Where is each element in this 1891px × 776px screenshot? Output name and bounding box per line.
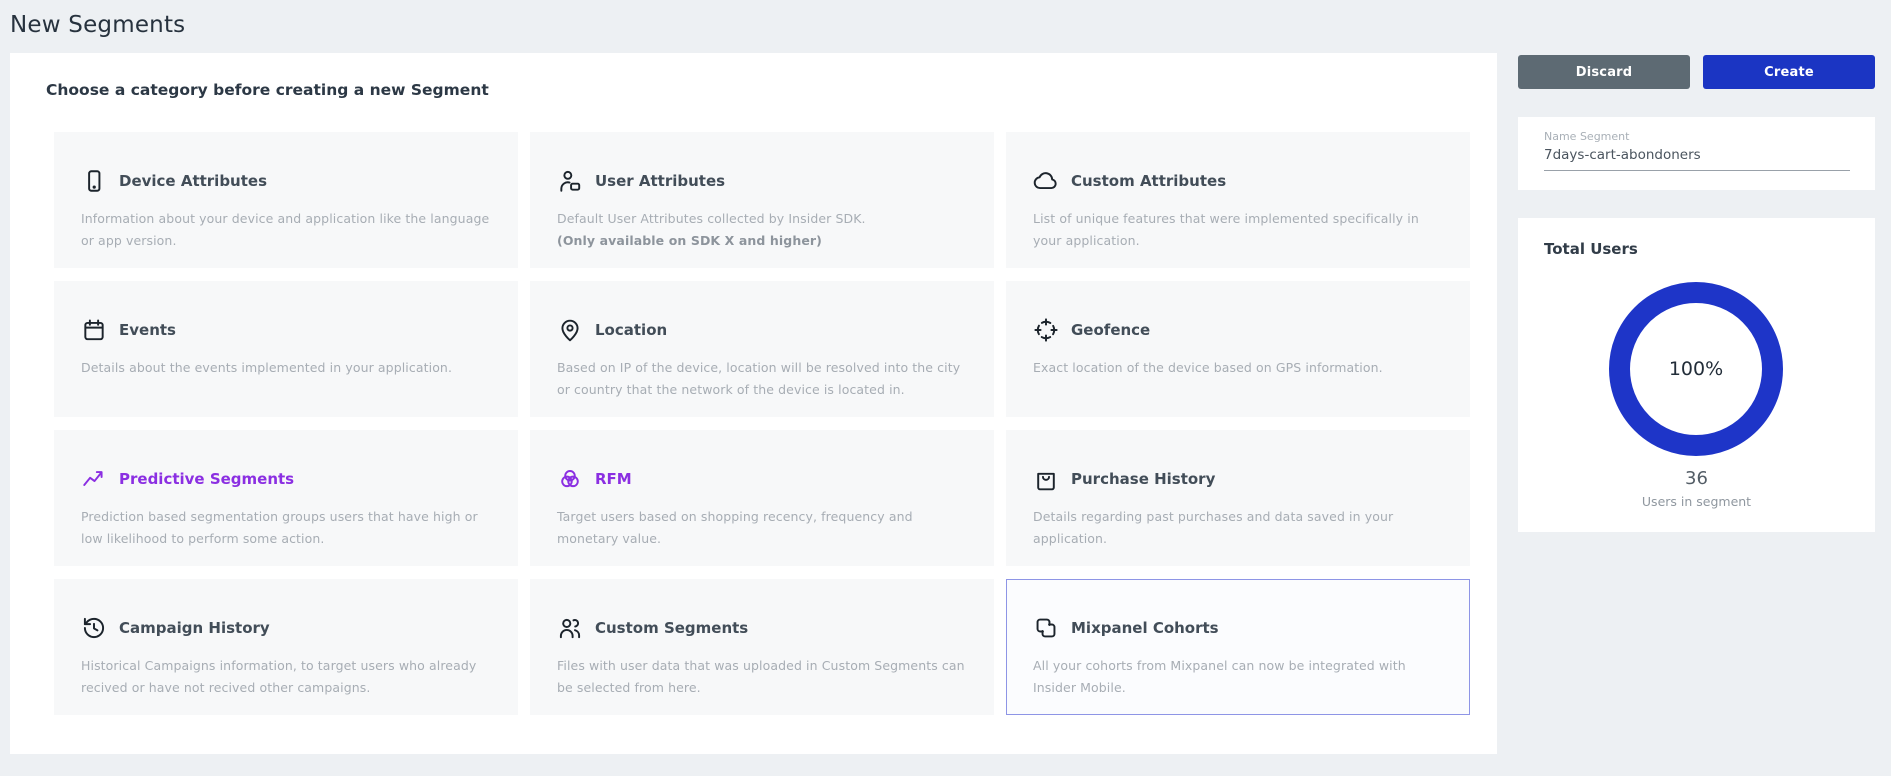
category-title: Events bbox=[119, 321, 176, 339]
linked-squares-icon bbox=[1033, 615, 1059, 641]
category-title: Custom Attributes bbox=[1071, 172, 1226, 190]
calendar-icon bbox=[81, 317, 107, 343]
category-card-geofence[interactable]: Geofence Exact location of the device ba… bbox=[1006, 281, 1470, 417]
category-card-location[interactable]: Location Based on IP of the device, loca… bbox=[530, 281, 994, 417]
device-icon bbox=[81, 168, 107, 194]
users-count: 36 bbox=[1518, 468, 1875, 489]
category-title: Custom Segments bbox=[595, 619, 748, 637]
category-card-user-attributes[interactable]: User Attributes Default User Attributes … bbox=[530, 132, 994, 268]
total-users-title: Total Users bbox=[1544, 240, 1638, 258]
people-icon bbox=[557, 615, 583, 641]
category-title: Location bbox=[595, 321, 667, 339]
history-clock-icon bbox=[81, 615, 107, 641]
category-title: Device Attributes bbox=[119, 172, 267, 190]
new-segments-page: { "page": { "title": "New Segments", "pa… bbox=[0, 0, 1891, 776]
category-description: Information about your device and applic… bbox=[81, 208, 491, 252]
category-title: Predictive Segments bbox=[119, 470, 294, 488]
category-description: Historical Campaigns information, to tar… bbox=[81, 655, 491, 699]
category-card-header: Geofence bbox=[1033, 316, 1443, 344]
category-description: Target users based on shopping recency, … bbox=[557, 506, 967, 550]
panel-heading: Choose a category before creating a new … bbox=[46, 81, 489, 99]
category-card-header: Custom Segments bbox=[557, 614, 967, 642]
discard-button[interactable]: Discard bbox=[1518, 55, 1690, 89]
category-description: Files with user data that was uploaded i… bbox=[557, 655, 967, 699]
category-card-header: Location bbox=[557, 316, 967, 344]
category-card-events[interactable]: Events Details about the events implemen… bbox=[54, 281, 518, 417]
category-title: User Attributes bbox=[595, 172, 725, 190]
category-card-purchase-history[interactable]: Purchase History Details regarding past … bbox=[1006, 430, 1470, 566]
category-title: RFM bbox=[595, 470, 632, 488]
category-card-custom-segments[interactable]: Custom Segments Files with user data tha… bbox=[530, 579, 994, 715]
users-count-caption: Users in segment bbox=[1518, 494, 1875, 509]
category-title: Purchase History bbox=[1071, 470, 1215, 488]
category-card-predictive-segments[interactable]: Predictive Segments Prediction based seg… bbox=[54, 430, 518, 566]
user-card-icon bbox=[557, 168, 583, 194]
category-card-campaign-history[interactable]: Campaign History Historical Campaigns in… bbox=[54, 579, 518, 715]
trending-up-icon bbox=[81, 466, 107, 492]
name-segment-card: Name Segment bbox=[1518, 117, 1875, 190]
category-card-rfm[interactable]: RFM Target users based on shopping recen… bbox=[530, 430, 994, 566]
total-users-card: Total Users 100% 36 Users in segment bbox=[1518, 218, 1875, 532]
category-card-header: RFM bbox=[557, 465, 967, 493]
category-grid: Device Attributes Information about your… bbox=[54, 132, 1470, 715]
category-card-device-attributes[interactable]: Device Attributes Information about your… bbox=[54, 132, 518, 268]
category-card-header: User Attributes bbox=[557, 167, 967, 195]
category-card-header: Device Attributes bbox=[81, 167, 491, 195]
category-card-mixpanel-cohorts[interactable]: Mixpanel Cohorts All your cohorts from M… bbox=[1006, 579, 1470, 715]
total-users-donut-chart: 100% bbox=[1609, 282, 1783, 456]
category-title: Geofence bbox=[1071, 321, 1150, 339]
category-card-header: Custom Attributes bbox=[1033, 167, 1443, 195]
category-description: Details regarding past purchases and dat… bbox=[1033, 506, 1443, 550]
name-segment-input[interactable] bbox=[1544, 147, 1850, 171]
location-pin-icon bbox=[557, 317, 583, 343]
category-title: Campaign History bbox=[119, 619, 270, 637]
category-description-note: (Only available on SDK X and higher) bbox=[557, 230, 967, 252]
page-title: New Segments bbox=[10, 12, 185, 38]
shopping-bag-icon bbox=[1033, 466, 1059, 492]
category-card-header: Purchase History bbox=[1033, 465, 1443, 493]
geofence-crosshair-icon bbox=[1033, 317, 1059, 343]
category-card-header: Events bbox=[81, 316, 491, 344]
category-description: List of unique features that were implem… bbox=[1033, 208, 1443, 252]
category-card-header: Campaign History bbox=[81, 614, 491, 642]
category-description: All your cohorts from Mixpanel can now b… bbox=[1033, 655, 1443, 699]
donut-percent-label: 100% bbox=[1669, 358, 1723, 380]
name-segment-label: Name Segment bbox=[1544, 130, 1629, 143]
category-description: Details about the events implemented in … bbox=[81, 357, 491, 379]
create-button[interactable]: Create bbox=[1703, 55, 1875, 89]
category-description: Default User Attributes collected by Ins… bbox=[557, 208, 967, 230]
cloud-icon bbox=[1033, 168, 1059, 194]
rfm-circles-icon bbox=[557, 466, 583, 492]
category-description: Prediction based segmentation groups use… bbox=[81, 506, 491, 550]
category-title: Mixpanel Cohorts bbox=[1071, 619, 1219, 637]
category-panel: Choose a category before creating a new … bbox=[10, 53, 1497, 754]
category-card-header: Mixpanel Cohorts bbox=[1033, 614, 1443, 642]
category-description: Exact location of the device based on GP… bbox=[1033, 357, 1443, 379]
category-card-custom-attributes[interactable]: Custom Attributes List of unique feature… bbox=[1006, 132, 1470, 268]
category-card-header: Predictive Segments bbox=[81, 465, 491, 493]
category-description: Based on IP of the device, location will… bbox=[557, 357, 967, 401]
